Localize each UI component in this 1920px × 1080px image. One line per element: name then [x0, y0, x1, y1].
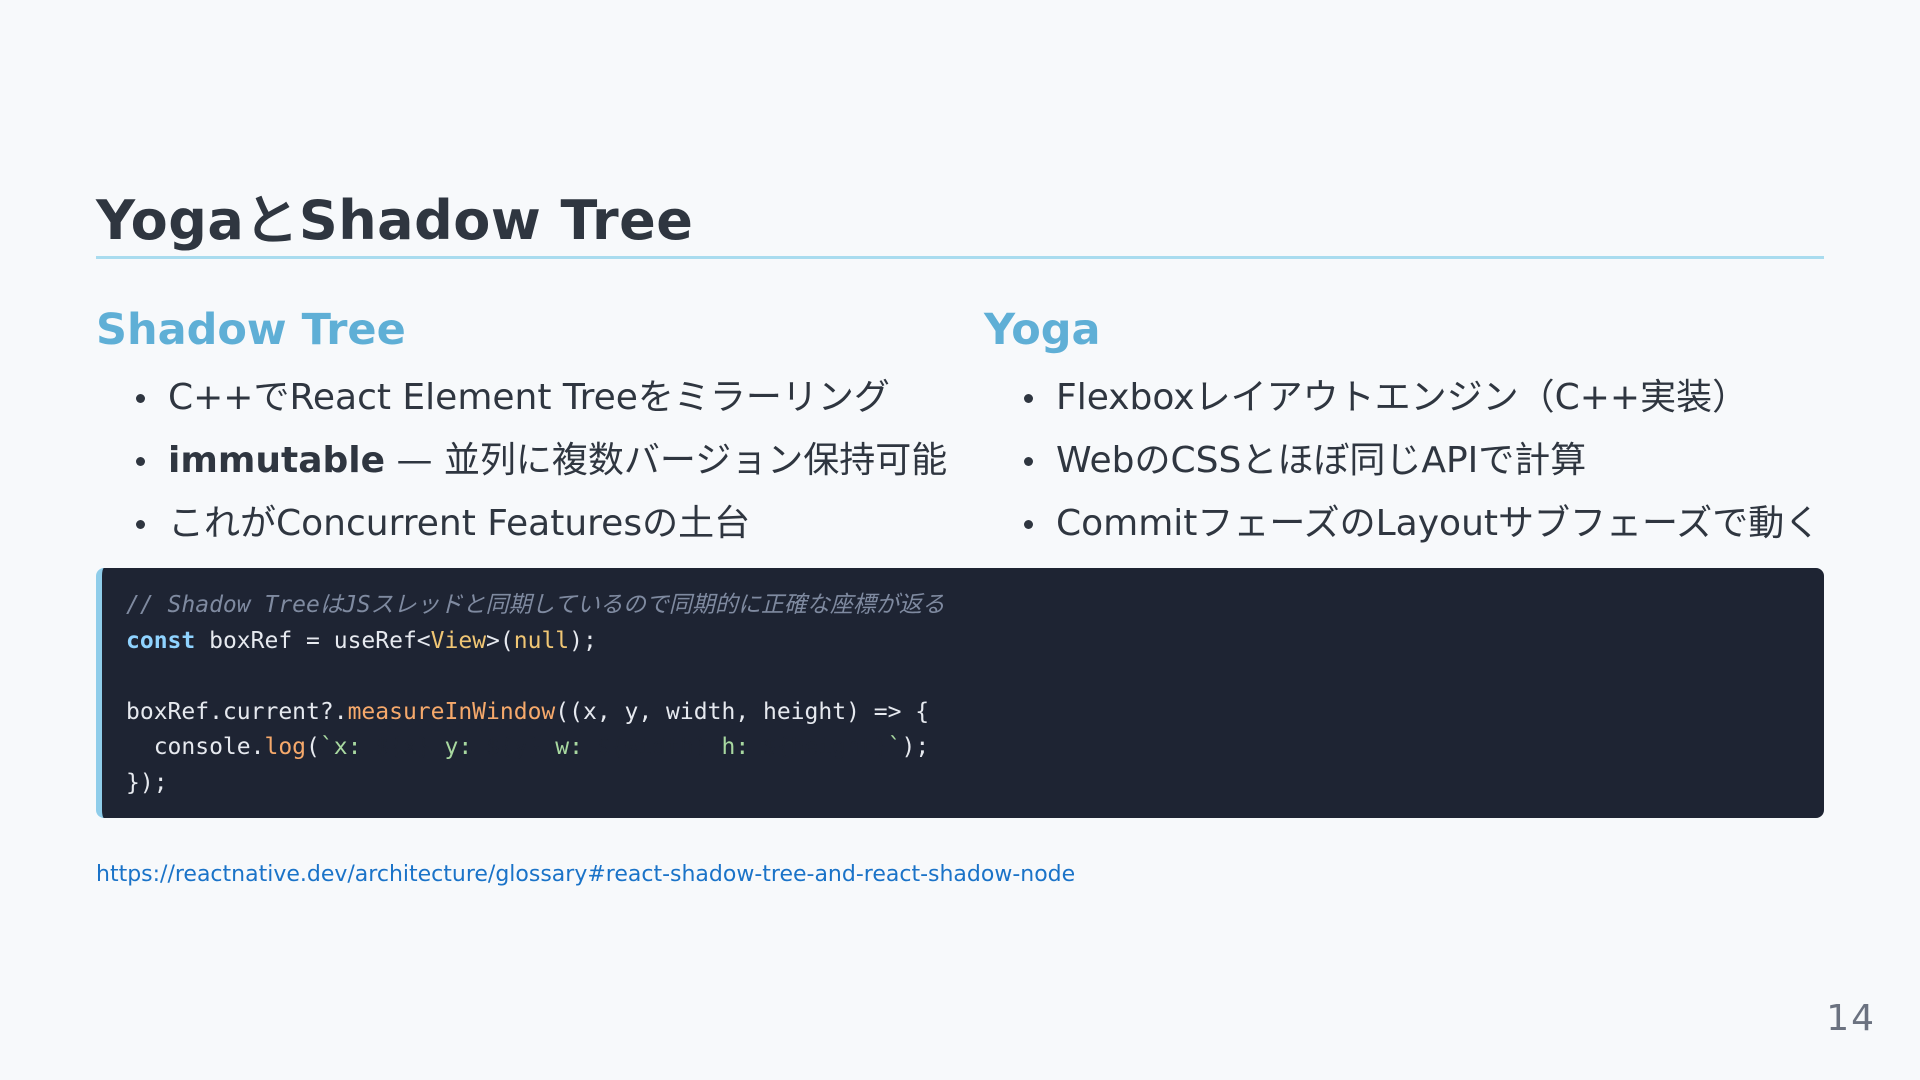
bullet-text: CommitフェーズのLayoutサブフェーズで動く — [1056, 503, 1821, 544]
yoga-heading: Yoga — [984, 305, 1101, 355]
code-interpolation: ${y} — [486, 734, 542, 760]
code-text: }); — [126, 769, 168, 796]
code-string: w: — [541, 734, 597, 760]
code-block: // Shadow TreeはJSスレッドと同期しているので同期的に正確な座標が… — [96, 568, 1824, 818]
code-keyword: const — [126, 627, 196, 654]
shadow-tree-bullets: C++でReact Element Treeをミラーリング immutable … — [96, 366, 956, 555]
bullet-bold-text: immutable — [168, 440, 386, 481]
code-interpolation: ${height} — [763, 734, 888, 760]
code-text: console. — [126, 734, 265, 760]
code-string: y: — [430, 734, 487, 760]
code-line: console.log(`x: ${x} y: ${y} w: ${width}… — [126, 730, 1824, 766]
yoga-column: Yoga Flexboxレイアウトエンジン（C++実装） WebのCSSとほぼ同… — [984, 300, 1844, 555]
bullet-text: WebのCSSとほぼ同じAPIで計算 — [1056, 440, 1587, 481]
bullet-dot — [136, 520, 145, 529]
yoga-bullets: Flexboxレイアウトエンジン（C++実装） WebのCSSとほぼ同じAPIで… — [984, 366, 1844, 555]
list-item: C++でReact Element Treeをミラーリング — [96, 366, 956, 429]
code-text: ((x, y, width, height) => { — [555, 698, 930, 725]
code-function: measureInWindow — [347, 698, 556, 725]
code-text: boxRef = useRef< — [195, 627, 431, 654]
shadow-tree-heading: Shadow Tree — [96, 305, 406, 355]
bullet-text: Flexboxレイアウトエンジン（C++実装） — [1056, 377, 1749, 418]
code-text: ); — [569, 627, 597, 654]
code-line: }); — [126, 766, 1824, 802]
code-text: >( — [486, 627, 514, 654]
code-line: boxRef.current?.measureInWindow((x, y, w… — [126, 695, 1824, 731]
list-item: immutable — 並列に複数バージョン保持可能 — [96, 429, 956, 492]
code-text: ); — [901, 734, 930, 760]
bullet-text: これがConcurrent Featuresの土台 — [168, 503, 751, 544]
code-text: boxRef.current?. — [126, 698, 348, 725]
page-title: YogaとShadow Tree — [96, 189, 694, 252]
list-item: WebのCSSとほぼ同じAPIで計算 — [984, 429, 1844, 492]
bullet-text: C++でReact Element Treeをミラーリング — [168, 377, 890, 418]
code-interpolation: ${x} — [375, 734, 431, 760]
list-item: これがConcurrent Featuresの土台 — [96, 492, 956, 555]
bullet-dot — [1024, 394, 1033, 403]
code-text: ( — [306, 734, 320, 760]
bullet-dot — [136, 457, 145, 466]
slide: YogaとShadow Tree Shadow Tree C++でReact E… — [96, 0, 1824, 1080]
bullet-text: — 並列に複数バージョン保持可能 — [385, 440, 948, 481]
reference-link[interactable]: https://reactnative.dev/architecture/glo… — [96, 862, 1075, 887]
bullet-dot — [1024, 520, 1033, 529]
list-item: Flexboxレイアウトエンジン（C++実装） — [984, 366, 1844, 429]
shadow-tree-column: Shadow Tree C++でReact Element Treeをミラーリン… — [96, 300, 956, 555]
code-line: const boxRef = useRef<View>(null); — [126, 624, 1824, 660]
list-item: CommitフェーズのLayoutサブフェーズで動く — [984, 492, 1844, 555]
code-null: null — [513, 627, 570, 654]
title-divider — [96, 256, 1824, 259]
bullet-dot — [1024, 457, 1033, 466]
code-type: View — [430, 627, 487, 654]
code-interpolation: ${width} — [596, 734, 708, 760]
code-line: // Shadow TreeはJSスレッドと同期しているので同期的に正確な座標が… — [126, 588, 1824, 624]
code-string: ` — [887, 734, 902, 760]
bullet-dot — [136, 394, 145, 403]
code-string: h: — [707, 734, 764, 760]
page-number: 14 — [1826, 998, 1876, 1039]
code-comment: // Shadow TreeはJSスレッドと同期しているので同期的に正確な座標が… — [126, 592, 945, 618]
code-function: log — [264, 734, 307, 760]
code-string: `x: — [319, 734, 376, 760]
